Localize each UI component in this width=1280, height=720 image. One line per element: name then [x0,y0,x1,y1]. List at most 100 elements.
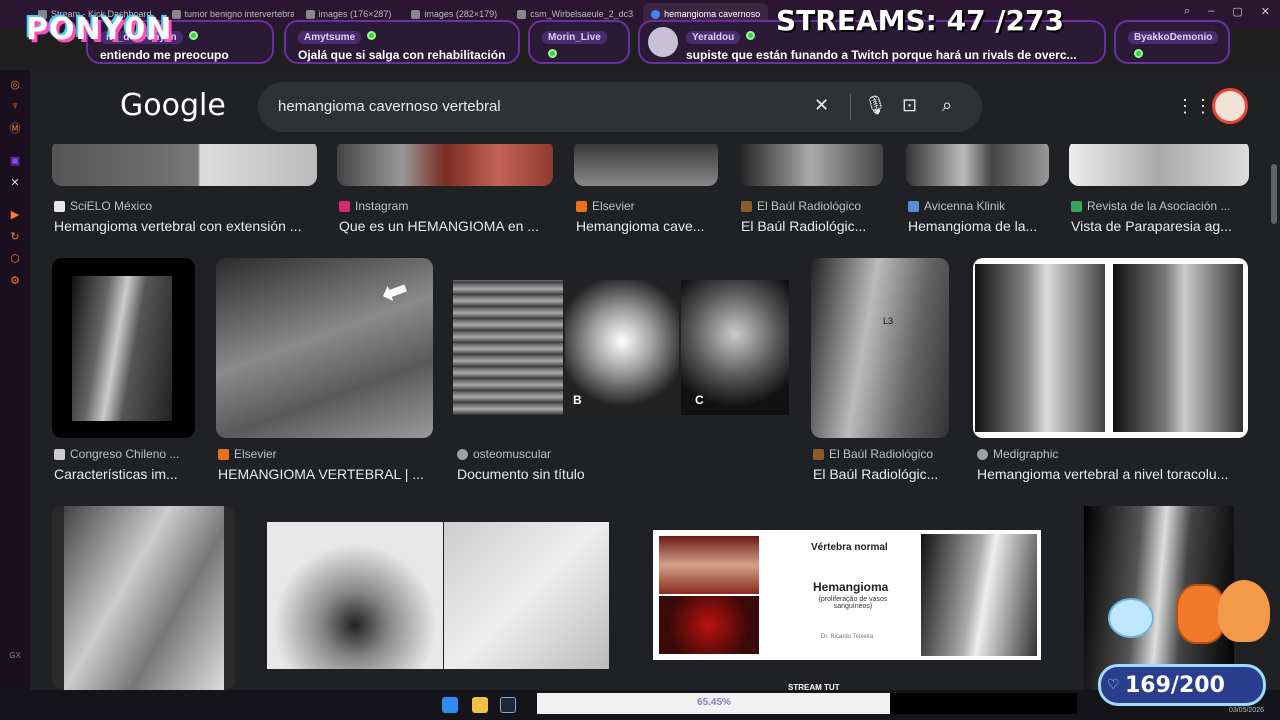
search-tabs-icon[interactable]: ⌕ [1184,5,1190,18]
close-window-icon[interactable]: ✕ [1261,5,1270,18]
player-icon[interactable]: ▶ [7,206,23,222]
source-name: El Baúl Radiológico [757,199,862,213]
twitch-icon[interactable]: ▣ [7,152,23,168]
result-source[interactable]: Medigraphic [977,447,1058,461]
search-input[interactable]: hemangioma cavernoso vertebral [278,98,501,115]
subs-goal-badge: ♡ 169/200 [1098,664,1266,706]
result-thumbnail[interactable] [337,144,553,186]
result-thumbnail[interactable] [255,506,623,690]
x-icon[interactable]: ✕ [7,174,23,190]
result-title[interactable]: Hemangioma de la... [908,218,1049,234]
result-source[interactable]: Revista de la Asociación ... [1071,199,1230,213]
image-result[interactable]: Revista de la Asociación ... Vista de Pa… [1069,144,1249,236]
search-icon[interactable]: ⌕ [942,95,952,116]
result-source[interactable]: El Baúl Radiológico [741,199,861,213]
gx-hot-tabs-icon[interactable]: ♆ [7,98,23,114]
extensions-icon[interactable]: ⬡ [7,250,23,266]
scrollbar-thumb[interactable] [1271,164,1277,224]
image-result[interactable] [52,506,235,690]
online-icon [746,31,756,41]
result-thumbnail[interactable]: ⬅ [216,258,433,438]
online-icon [1134,49,1143,59]
source-favicon [54,448,65,460]
source-name: Elsevier [592,199,635,213]
result-title[interactable]: El Baúl Radiológic... [741,218,883,234]
image-result[interactable]: L3 El Baúl Radiológico El Baúl Radiológi… [811,258,949,488]
result-source[interactable]: Congreso Chileno ... [54,447,179,461]
settings-icon[interactable]: ⚙ [7,272,23,288]
image-result[interactable]: Vértebra normal Hemangioma (proliferação… [643,506,1050,690]
result-source[interactable]: El Baúl Radiológico [813,447,933,461]
image-result[interactable]: SciELO México Hemangioma vertebral con e… [52,144,317,236]
ct-panel-a [453,280,563,415]
result-thumbnail[interactable] [52,144,317,186]
result-title[interactable]: Vista de Paraparesia ag... [1071,218,1249,234]
result-source[interactable]: osteomuscular [457,447,551,461]
result-source[interactable]: Elsevier [576,199,635,213]
ct-panel-c: C [681,280,789,415]
image-result[interactable]: B C osteomuscular Documento sin título [453,258,789,488]
result-source[interactable]: Instagram [339,199,408,213]
close-icon[interactable]: ✕ [814,95,829,116]
result-title[interactable]: Que es un HEMANGIOMA en ... [339,218,553,234]
streams-counter: STREAMS: 47 /273 [776,4,1064,37]
angiography-left [267,522,443,669]
file-explorer-icon[interactable] [472,697,488,713]
messenger-icon[interactable]: Ⓜ [7,120,23,136]
image-result[interactable]: Instagram Que es un HEMANGIOMA en ... [337,144,553,236]
result-thumbnail[interactable] [1069,144,1249,186]
result-source[interactable]: Elsevier [218,447,277,461]
arrow-icon: ⬅ [375,269,414,313]
chat-bubble: ByakkoDemonio [1114,20,1230,64]
image-result[interactable]: Elsevier Hemangioma cave... [574,144,718,236]
source-name: Instagram [355,199,409,213]
result-thumbnail[interactable]: Vértebra normal Hemangioma (proliferação… [643,506,1050,690]
divider [7,142,23,146]
account-avatar[interactable] [1212,88,1248,124]
instagram-icon [339,200,350,212]
lens-icon[interactable]: ⊡ [902,95,917,116]
windows-start-icon[interactable] [442,697,458,713]
chat-username: Morin_Live [542,31,607,44]
result-title[interactable]: Documento sin título [457,466,787,482]
result-source[interactable]: SciELO México [54,199,152,213]
result-thumbnail[interactable] [739,144,883,186]
mic-icon[interactable]: 🎙 [864,95,887,116]
result-title[interactable]: Hemangioma vertebral con extensión ... [54,218,317,234]
image-result[interactable] [255,506,623,690]
level-label: L3 [883,316,894,326]
result-thumbnail[interactable]: L3 [811,258,949,438]
source-name: Revista de la Asociación ... [1087,199,1231,213]
image-result[interactable]: ⬅ Elsevier HEMANGIOMA VERTEBRAL | ... [216,258,433,488]
image-result[interactable]: Avicenna Klinik Hemangioma de la... [906,144,1049,236]
gx-control-icon[interactable]: ◎ [7,76,23,92]
result-title[interactable]: Hemangioma vertebral a nivel toracolu... [977,466,1248,482]
result-title[interactable]: HEMANGIOMA VERTEBRAL | ... [218,466,433,482]
image-result[interactable]: Medigraphic Hemangioma vertebral a nivel… [973,258,1248,488]
result-thumbnail[interactable] [52,506,235,690]
steam-icon[interactable] [500,697,516,713]
chat-username: ByakkoDemonio [1128,31,1219,44]
result-thumbnail[interactable] [574,144,718,186]
google-logo[interactable]: Google [120,88,226,123]
image-result[interactable]: El Baúl Radiológico El Baúl Radiológic..… [739,144,883,236]
maximize-icon[interactable]: ▢ [1232,5,1242,18]
infographic: Vértebra normal Hemangioma (proliferação… [653,530,1041,660]
minimize-icon[interactable]: – [1208,5,1214,18]
history-icon[interactable]: ↻ [7,228,23,244]
clock-date: 03/05/2026 [1228,707,1264,714]
screen: Stream - Kick Dashboard tumor benigno in… [0,0,1280,720]
source-name: Elsevier [234,447,277,461]
result-title[interactable]: Características im... [54,466,195,482]
image-result[interactable]: Congreso Chileno ... Características im.… [52,258,195,488]
result-thumbnail[interactable] [52,258,195,438]
search-bar[interactable]: hemangioma cavernoso vertebral ✕ 🎙 ⊡ ⌕ [258,82,982,132]
result-thumbnail[interactable]: B C [453,258,789,438]
result-title[interactable]: El Baúl Radiológic... [813,466,949,482]
result-thumbnail[interactable] [906,144,1049,186]
result-thumbnail[interactable] [973,258,1248,438]
source-name: El Baúl Radiológico [829,447,934,461]
result-source[interactable]: Avicenna Klinik [908,199,1005,213]
result-title[interactable]: Hemangioma cave... [576,218,718,234]
online-icon [367,31,377,41]
